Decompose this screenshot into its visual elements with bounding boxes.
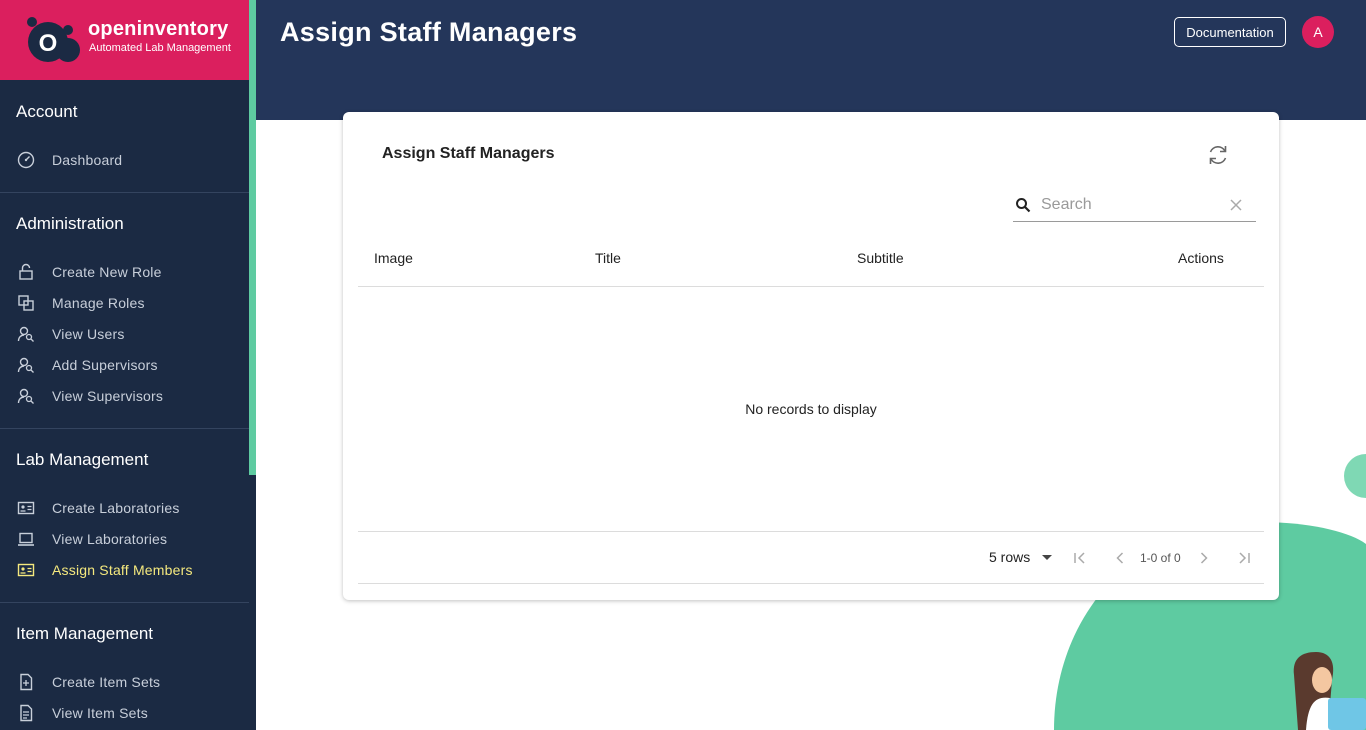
id-card-icon — [17, 563, 35, 577]
sidebar-item-label: Create Item Sets — [52, 674, 161, 690]
document-icon — [20, 673, 33, 691]
sidebar-item-label: View Supervisors — [52, 388, 164, 404]
sidebar-item-label: View Item Sets — [52, 705, 148, 721]
sidebar-item-label: Create New Role — [52, 264, 162, 280]
sidebar-item-label: Assign Staff Members — [52, 562, 193, 578]
laptop-icon — [18, 532, 34, 546]
document-icon — [20, 704, 33, 722]
refresh-icon[interactable] — [1205, 142, 1231, 168]
sidebar-item-label: Add Supervisors — [52, 357, 158, 373]
user-search-icon — [17, 388, 34, 404]
sidebar-divider — [0, 602, 249, 603]
sidebar-item-manage-roles[interactable]: Manage Roles — [0, 289, 249, 317]
brand-logo[interactable]: O openinventory Automated Lab Management — [0, 0, 249, 80]
sidebar-item-view-laboratories[interactable]: View Laboratories — [0, 525, 249, 553]
section-title-lab-management: Lab Management — [16, 450, 149, 469]
column-header-title[interactable]: Title — [595, 250, 621, 266]
user-search-icon — [17, 357, 34, 373]
sidebar-item-create-laboratories[interactable]: Create Laboratories — [0, 494, 249, 522]
clear-search-icon[interactable] — [1229, 198, 1243, 212]
dashboard-icon — [17, 151, 35, 169]
first-page-icon[interactable] — [1072, 550, 1088, 566]
sidebar-item-label: Manage Roles — [52, 295, 145, 311]
previous-page-icon[interactable] — [1112, 550, 1128, 566]
sidebar-item-create-item-sets[interactable]: Create Item Sets — [0, 668, 249, 696]
user-search-icon — [17, 326, 34, 342]
search-field — [1013, 190, 1256, 222]
search-icon — [1016, 198, 1031, 213]
page-title: Assign Staff Managers — [280, 17, 578, 47]
table-pagination: 5 rows 1-0 of 0 — [358, 531, 1264, 584]
sidebar-item-view-item-sets[interactable]: View Item Sets — [0, 699, 249, 727]
sidebar-item-view-supervisors[interactable]: View Supervisors — [0, 382, 249, 410]
last-page-icon[interactable] — [1236, 550, 1252, 566]
next-page-icon[interactable] — [1196, 550, 1212, 566]
empty-table-message: No records to display — [745, 401, 877, 417]
sidebar-item-label: Create Laboratories — [52, 500, 180, 516]
card-title: Assign Staff Managers — [382, 145, 555, 162]
caret-down-icon — [1042, 554, 1053, 560]
staff-managers-card: Assign Staff Managers Image Title Subtit… — [343, 112, 1279, 600]
sidebar-item-add-supervisors[interactable]: Add Supervisors — [0, 351, 249, 379]
sidebar-item-assign-staff-members[interactable]: Assign Staff Members — [0, 556, 249, 584]
column-header-subtitle[interactable]: Subtitle — [857, 250, 904, 266]
logo-letter: O — [39, 30, 58, 57]
openinventory-logo-icon: O — [27, 17, 80, 62]
sidebar-item-dashboard[interactable]: Dashboard — [0, 146, 249, 174]
section-title-account: Account — [16, 102, 78, 121]
rows-per-page-value: 5 rows — [989, 549, 1031, 565]
column-header-actions: Actions — [1178, 250, 1224, 266]
brand-tagline: Automated Lab Management — [89, 42, 231, 54]
sidebar-accent-strip — [249, 0, 256, 475]
documentation-button[interactable]: Documentation — [1174, 17, 1286, 47]
sidebar-item-create-new-role[interactable]: Create New Role — [0, 258, 249, 286]
sidebar: O openinventory Automated Lab Management… — [0, 0, 256, 730]
sidebar-item-label: View Laboratories — [52, 531, 168, 547]
sidebar-item-view-users[interactable]: View Users — [0, 320, 249, 348]
lock-icon — [19, 263, 33, 280]
sidebar-item-label: View Users — [52, 326, 125, 342]
pagination-range: 1-0 of 0 — [1140, 551, 1181, 565]
top-header: Assign Staff Managers Documentation A — [256, 0, 1366, 120]
table-header: Image Title Subtitle Actions — [358, 242, 1264, 287]
search-input[interactable] — [1041, 194, 1221, 216]
rows-per-page-select[interactable]: 5 rows — [989, 549, 1053, 565]
sidebar-divider — [0, 428, 249, 429]
column-header-image[interactable]: Image — [374, 250, 413, 266]
avatar[interactable]: A — [1302, 16, 1334, 48]
roles-icon — [18, 295, 34, 311]
id-card-icon — [17, 501, 35, 515]
section-title-item-management: Item Management — [16, 624, 154, 643]
sidebar-divider — [0, 192, 249, 193]
brand-name: openinventory — [88, 18, 229, 40]
sidebar-item-label: Dashboard — [52, 152, 123, 168]
section-title-administration: Administration — [16, 214, 124, 233]
